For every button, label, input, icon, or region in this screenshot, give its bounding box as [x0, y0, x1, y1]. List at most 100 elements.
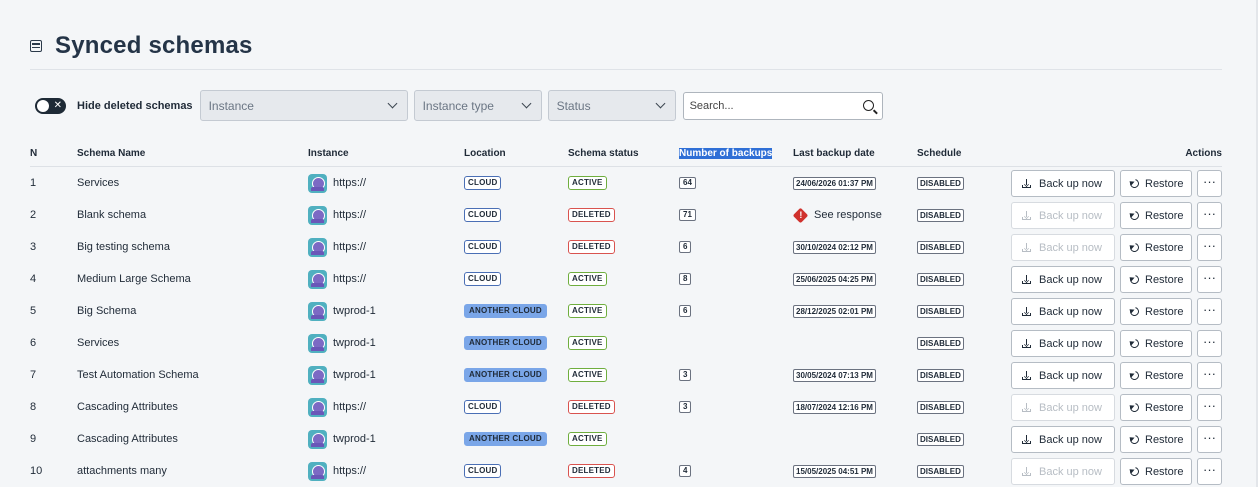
download-icon — [1022, 307, 1031, 316]
more-actions-button[interactable]: ··· — [1197, 330, 1222, 357]
restore-label: Restore — [1145, 209, 1184, 222]
column-header-schedule[interactable]: Schedule — [917, 148, 961, 159]
see-response-link[interactable]: See response — [814, 209, 882, 221]
instance-avatar-icon — [308, 269, 327, 289]
column-header-schema-status[interactable]: Schema status — [568, 148, 639, 159]
restore-icon — [1128, 241, 1141, 254]
column-header-n[interactable]: N — [30, 148, 37, 159]
more-actions-button[interactable]: ··· — [1197, 458, 1222, 485]
location-badge: ANOTHER CLOUD — [464, 304, 547, 318]
table-row: 7 Test Automation Schema twprod-1 ANOTHER C… — [30, 359, 1222, 391]
restore-button[interactable]: Restore — [1120, 170, 1192, 197]
search-box[interactable] — [682, 91, 883, 120]
restore-icon — [1128, 369, 1141, 382]
download-icon — [1022, 403, 1031, 412]
more-icon: ··· — [1203, 173, 1216, 189]
status-select[interactable]: Status — [547, 90, 676, 121]
back-up-now-button[interactable]: Back up now — [1011, 394, 1115, 421]
back-up-now-button[interactable]: Back up now — [1011, 202, 1115, 229]
back-up-now-button[interactable]: Back up now — [1011, 458, 1115, 485]
backup-count-badge: 64 — [679, 177, 696, 189]
search-input[interactable] — [689, 99, 850, 112]
schedule-badge: DISABLED — [917, 304, 964, 318]
backup-count-badge: 6 — [679, 241, 692, 253]
schedule-cell: DISABLED — [917, 263, 964, 295]
more-actions-button[interactable]: ··· — [1197, 234, 1222, 261]
instance-select[interactable]: Instance — [199, 90, 408, 121]
restore-icon — [1128, 433, 1141, 446]
back-up-now-button[interactable]: Back up now — [1011, 330, 1115, 357]
restore-button[interactable]: Restore — [1120, 426, 1192, 453]
status-cell: DELETED — [568, 231, 615, 263]
back-up-now-label: Back up now — [1039, 433, 1102, 446]
schedule-cell: DISABLED — [917, 231, 964, 263]
location-cell: CLOUD — [464, 391, 502, 423]
more-actions-button[interactable]: ··· — [1197, 202, 1222, 229]
restore-button[interactable]: Restore — [1120, 458, 1192, 485]
restore-button[interactable]: Restore — [1120, 362, 1192, 389]
backups-cell: 8 — [679, 263, 692, 295]
instance-avatar-icon — [308, 205, 327, 225]
hide-deleted-toggle[interactable]: ✕ — [35, 97, 66, 114]
restore-button[interactable]: Restore — [1120, 330, 1192, 357]
backup-count-badge: 6 — [679, 305, 692, 317]
last-backup-badge: 30/05/2024 07:13 PM — [793, 368, 876, 382]
status-badge: DELETED — [568, 240, 615, 254]
more-actions-button[interactable]: ··· — [1197, 394, 1222, 421]
backups-cell: 6 — [679, 231, 692, 263]
schedule-cell: DISABLED — [917, 167, 964, 199]
filter-toolbar: ✕ Hide deleted schemas Instance Instance… — [35, 90, 883, 121]
back-up-now-button[interactable]: Back up now — [1011, 426, 1115, 453]
restore-icon — [1128, 465, 1141, 478]
status-badge: ACTIVE — [568, 272, 607, 286]
schedule-badge: DISABLED — [917, 176, 964, 190]
column-header-number-of-backups[interactable]: Number of backups — [679, 148, 773, 159]
back-up-now-button[interactable]: Back up now — [1011, 298, 1115, 325]
back-up-now-button[interactable]: Back up now — [1011, 170, 1115, 197]
more-icon: ··· — [1203, 429, 1216, 445]
more-actions-button[interactable]: ··· — [1197, 170, 1222, 197]
more-actions-button[interactable]: ··· — [1197, 362, 1222, 389]
instance-select-placeholder: Instance — [208, 98, 254, 113]
table-row: 10 attachments many https:// CLOUD DELETED 4 1… — [30, 455, 1222, 487]
restore-button[interactable]: Restore — [1120, 394, 1192, 421]
instance-cell: twprod-1 — [308, 327, 376, 359]
schema-name: Medium Large Schema — [77, 273, 191, 285]
restore-button[interactable]: Restore — [1120, 266, 1192, 293]
instance-type-select-placeholder: Instance type — [422, 98, 494, 113]
download-icon — [1022, 435, 1031, 444]
back-up-now-button[interactable]: Back up now — [1011, 234, 1115, 261]
back-up-now-button[interactable]: Back up now — [1011, 362, 1115, 389]
column-header-location[interactable]: Location — [464, 148, 506, 159]
restore-button[interactable]: Restore — [1120, 202, 1192, 229]
chevron-down-icon — [521, 98, 532, 109]
schedule-cell: DISABLED — [917, 423, 964, 455]
error-icon — [792, 207, 809, 223]
schema-name: Cascading Attributes — [77, 401, 178, 413]
more-actions-button[interactable]: ··· — [1197, 426, 1222, 453]
schedule-badge: DISABLED — [917, 272, 964, 286]
schedule-cell: DISABLED — [917, 295, 964, 327]
instance-type-select[interactable]: Instance type — [413, 90, 542, 121]
restore-button[interactable]: Restore — [1120, 298, 1192, 325]
schedule-cell: DISABLED — [917, 199, 964, 231]
status-select-placeholder: Status — [556, 98, 591, 113]
column-header-instance[interactable]: Instance — [308, 148, 349, 159]
search-icon[interactable] — [862, 100, 874, 111]
table-header: N Schema Name Instance Location Schema s… — [30, 140, 1222, 167]
location-cell: CLOUD — [464, 167, 502, 199]
column-header-schema-name[interactable]: Schema Name — [77, 148, 145, 159]
table-row: 4 Medium Large Schema https:// CLOUD ACTIVE 8… — [30, 263, 1222, 295]
column-header-last-backup-date[interactable]: Last backup date — [793, 148, 875, 159]
status-cell: ACTIVE — [568, 327, 607, 359]
restore-label: Restore — [1145, 401, 1184, 414]
more-actions-button[interactable]: ··· — [1197, 266, 1222, 293]
restore-icon — [1128, 177, 1141, 190]
more-actions-button[interactable]: ··· — [1197, 298, 1222, 325]
schedule-cell: DISABLED — [917, 359, 964, 391]
restore-label: Restore — [1145, 305, 1184, 318]
restore-button[interactable]: Restore — [1120, 234, 1192, 261]
back-up-now-button[interactable]: Back up now — [1011, 266, 1115, 293]
status-badge: ACTIVE — [568, 368, 607, 382]
more-icon: ··· — [1203, 269, 1216, 285]
